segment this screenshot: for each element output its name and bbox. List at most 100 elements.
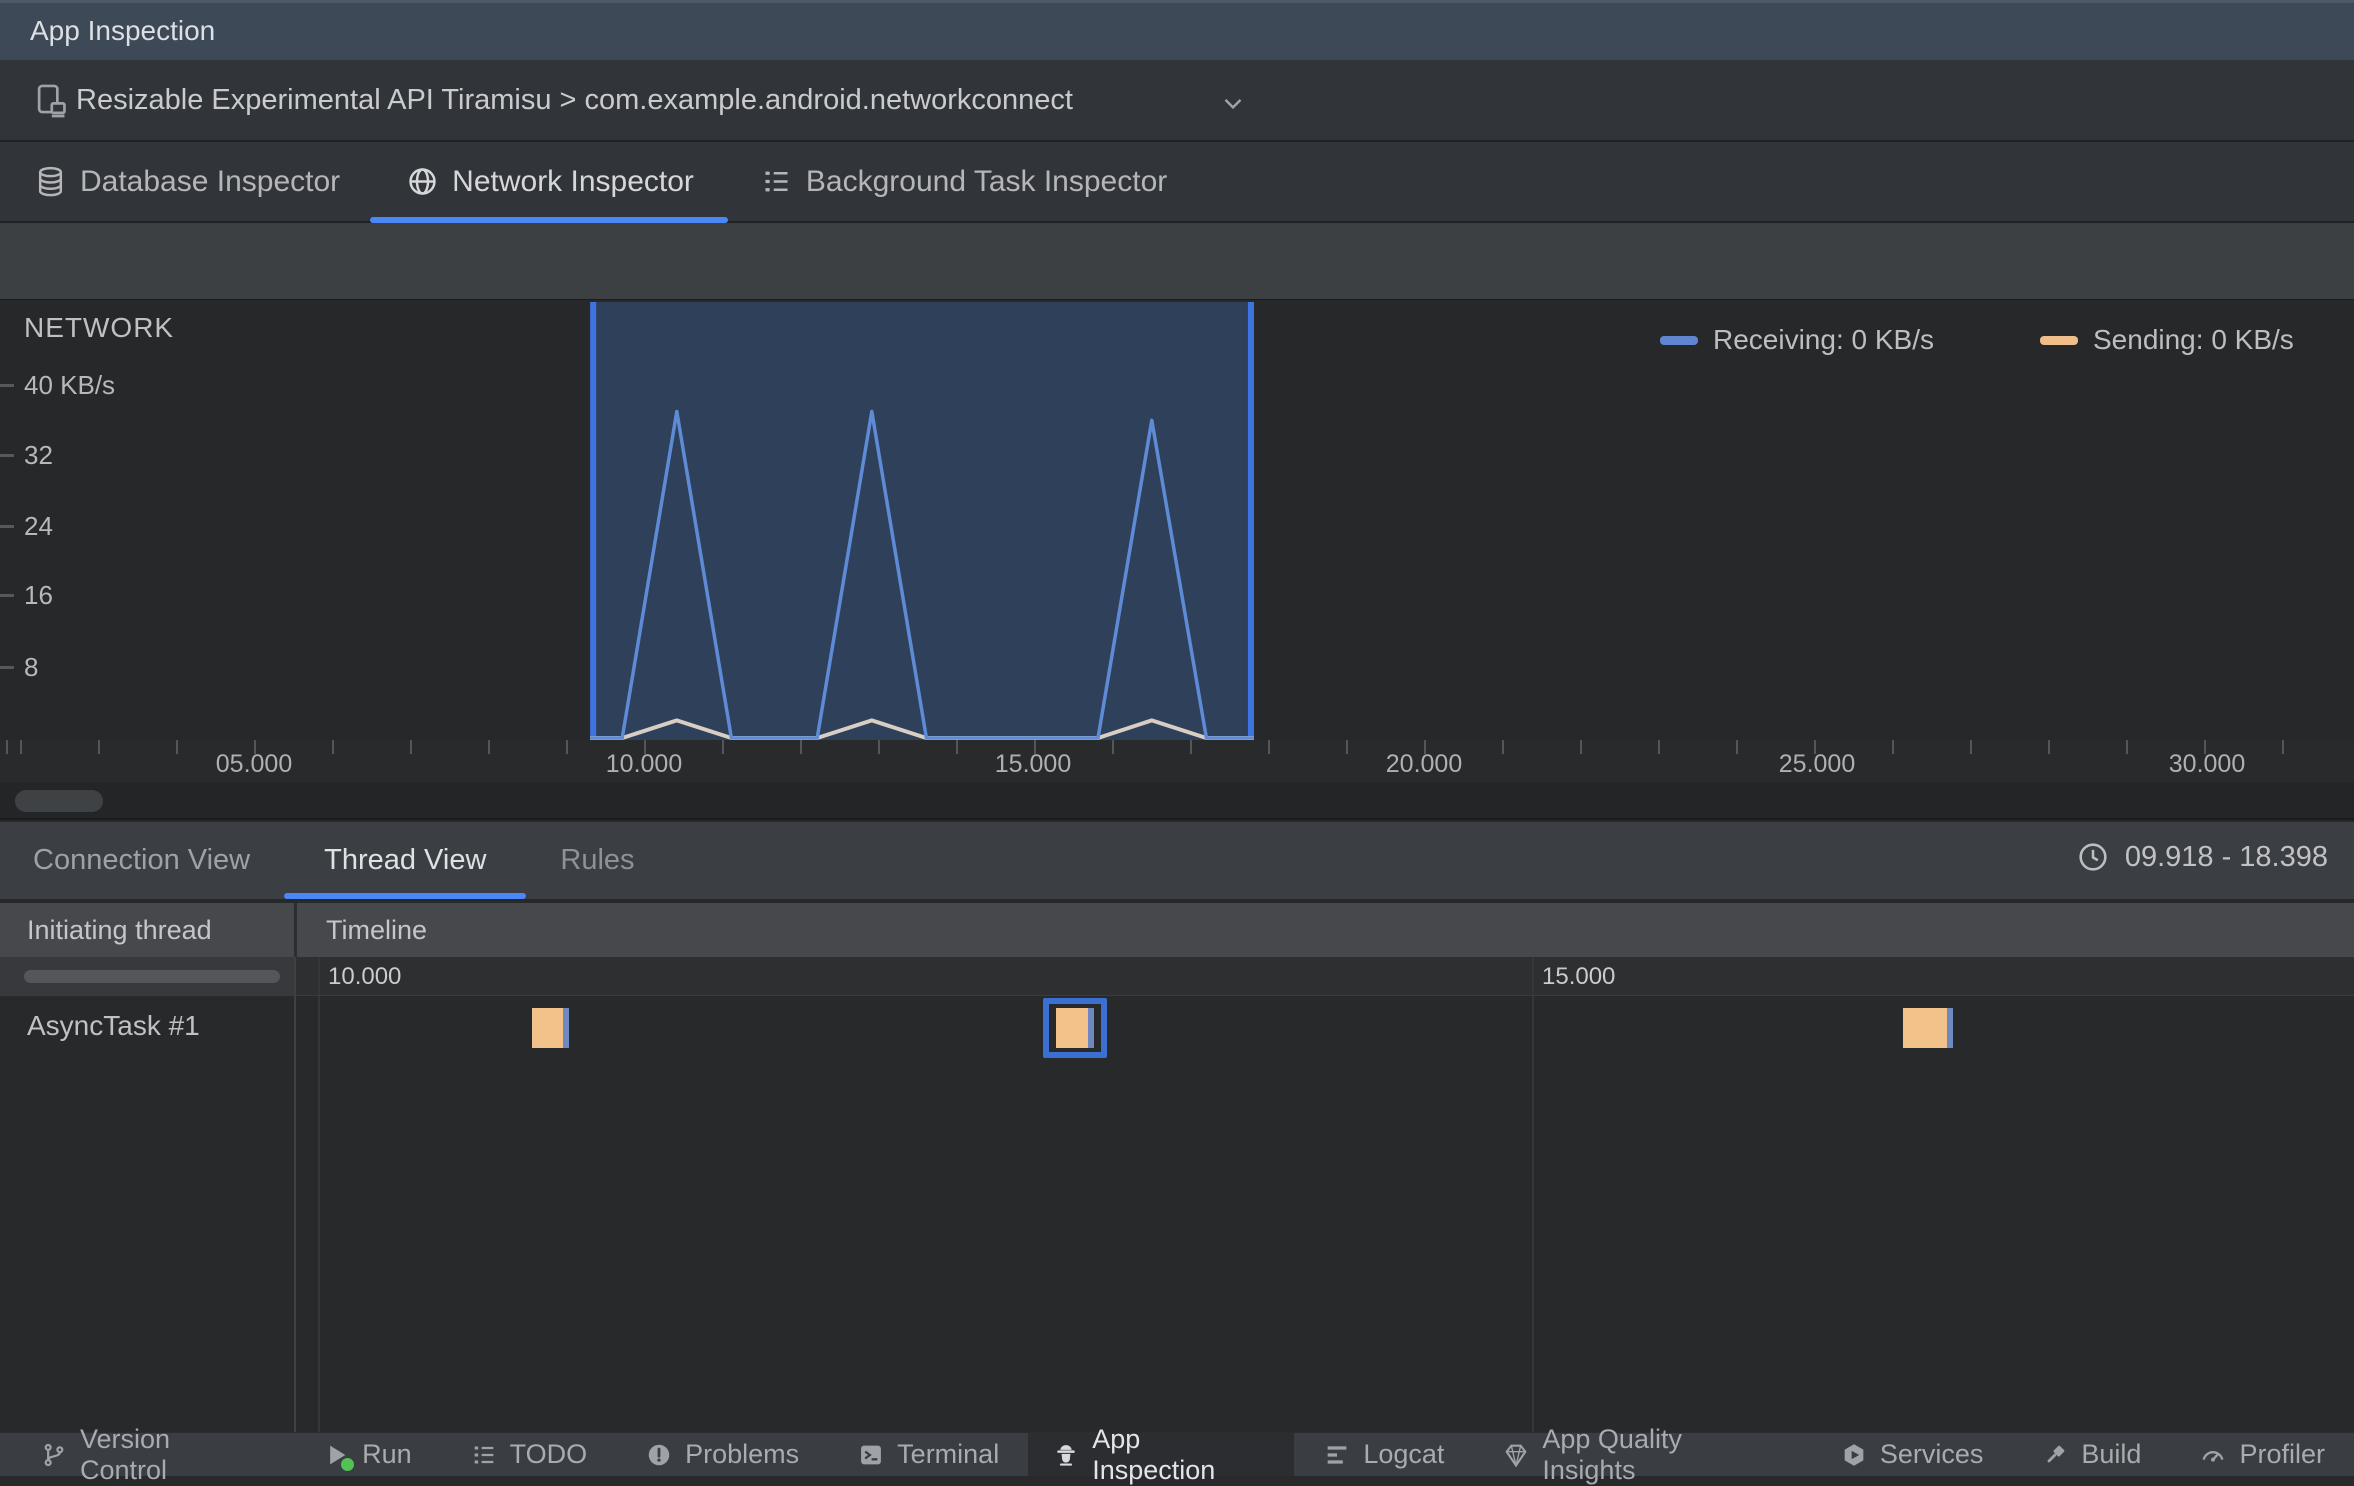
toolbar-item-problems[interactable]: Problems — [616, 1433, 828, 1476]
timeline-ruler — [295, 957, 2354, 995]
tab-label: Thread View — [324, 844, 487, 876]
tab-label: Network Inspector — [452, 164, 694, 198]
axis-minor-ticks — [0, 740, 2354, 754]
window-title: App Inspection — [30, 15, 216, 46]
services-icon — [1840, 1441, 1868, 1469]
run-icon — [322, 1441, 355, 1471]
y-tick-label: 40 KB/s — [24, 370, 116, 400]
toolbar-label: Build — [2081, 1439, 2142, 1469]
chart-hscroll-thumb[interactable] — [15, 790, 103, 812]
toolbar-label: App Inspection — [1092, 1423, 1216, 1485]
chart-canvas — [590, 302, 1254, 740]
tab-label: Database Inspector — [80, 164, 341, 198]
device-process-selector[interactable]: Resizable Experimental API Tiramisu > co… — [0, 60, 2354, 142]
legend-label: Receiving: 0 KB/s — [1713, 324, 1934, 355]
event-receiving-sliver — [1087, 1008, 1094, 1048]
toolbar-item-app-inspection[interactable]: App Inspection — [1028, 1424, 1295, 1485]
column-resize-divider[interactable] — [294, 903, 297, 957]
toolbar-label: Problems — [685, 1439, 800, 1469]
chart-title: NETWORK — [24, 312, 175, 343]
timeline-tick-label: 10.000 — [328, 963, 402, 990]
toolbar-label: Services — [1879, 1439, 1984, 1469]
range-selection-overlay[interactable] — [590, 302, 1254, 740]
y-tick-label: 8 — [24, 652, 39, 682]
y-tick-label: 16 — [24, 580, 53, 610]
timeline-tick-label: 15.000 — [1542, 963, 1616, 990]
tab-thread-view[interactable]: Thread View — [284, 822, 527, 899]
toolbar-label: TODO — [509, 1439, 588, 1469]
toolbar-label: App Quality Insights — [1542, 1423, 1682, 1485]
hammer-icon — [2041, 1441, 2069, 1469]
x-tick-label: 10.000 — [605, 750, 683, 778]
run-status-dot — [341, 1457, 355, 1471]
tab-network-inspector[interactable]: Network Inspector — [370, 142, 728, 223]
tab-connection-view[interactable]: Connection View — [33, 822, 250, 899]
tab-database-inspector[interactable]: Database Inspector — [34, 142, 340, 221]
y-tick — [0, 454, 14, 457]
status-toolbar: Version Control Run TODO Problems Termin… — [0, 1424, 2354, 1485]
active-tab-underline — [284, 893, 527, 899]
event-receiving-sliver — [563, 1008, 570, 1048]
toolbar-label: Version Control — [80, 1423, 171, 1485]
sending-legend-swatch — [2040, 335, 2078, 345]
logcat-icon — [1323, 1441, 1351, 1469]
toolbar-label: Logcat — [1363, 1439, 1445, 1469]
tab-label: Connection View — [33, 844, 251, 876]
database-icon — [34, 165, 67, 198]
thread-event-block[interactable] — [531, 1008, 570, 1048]
y-tick — [0, 594, 14, 597]
toolbar-item-run[interactable]: Run — [293, 1433, 441, 1476]
profiler-toolbar-strip — [0, 223, 2354, 300]
legend-receiving: Receiving: 0 KB/s — [1660, 324, 1934, 356]
list-icon — [760, 165, 793, 198]
globe-icon — [406, 165, 439, 198]
todo-list-icon — [470, 1441, 498, 1469]
inspector-tab-bar: Database Inspector Network Inspector Bac… — [0, 142, 2354, 223]
y-tick-label: 24 — [24, 511, 53, 541]
x-tick-label: 15.000 — [994, 750, 1072, 778]
gem-icon — [1502, 1441, 1530, 1469]
toolbar-item-profiler[interactable]: Profiler — [2170, 1433, 2354, 1476]
git-branch-icon — [40, 1441, 68, 1469]
toolbar-item-version-control[interactable]: Version Control — [40, 1424, 293, 1485]
chart-hscroll-track — [0, 782, 2354, 820]
y-tick — [0, 525, 14, 528]
y-tick-label: 32 — [24, 440, 53, 470]
thread-event-block[interactable] — [1056, 1008, 1094, 1048]
x-tick-label: 30.000 — [2168, 750, 2246, 778]
y-tick — [0, 666, 14, 669]
resizable-device-icon — [32, 82, 70, 120]
tab-label: Background Task Inspector — [805, 164, 1168, 198]
network-usage-chart[interactable]: NETWORK 40 KB/s 32 24 16 8 Receiving: 0 … — [0, 300, 2354, 740]
y-tick — [0, 384, 14, 387]
tool-window-header: App Inspection — [0, 0, 2354, 60]
selected-device-process: Resizable Experimental API Tiramisu > co… — [76, 84, 1073, 116]
toolbar-item-todo[interactable]: TODO — [441, 1433, 617, 1476]
x-tick-label: 25.000 — [1778, 750, 1856, 778]
toolbar-item-services[interactable]: Services — [1811, 1433, 2013, 1476]
toolbar-item-build[interactable]: Build — [2012, 1433, 2170, 1476]
legend-sending: Sending: 0 KB/s — [2040, 324, 2294, 356]
tab-background-task-inspector[interactable]: Background Task Inspector — [760, 142, 1167, 221]
tab-rules[interactable]: Rules — [560, 822, 634, 899]
toolbar-label: Terminal — [897, 1439, 1000, 1469]
column-header-initiating-thread: Initiating thread — [27, 915, 212, 945]
thread-events-track — [0, 995, 2354, 1115]
toolbar-label: Profiler — [2239, 1439, 2325, 1469]
problems-icon — [645, 1441, 673, 1469]
selection-left-handle[interactable] — [590, 302, 597, 740]
tab-label: Rules — [560, 844, 635, 876]
thread-column-scroll-thumb[interactable] — [24, 970, 280, 983]
event-receiving-sliver — [1947, 1008, 1954, 1048]
column-header-timeline: Timeline — [326, 915, 428, 945]
thread-event-block[interactable] — [1903, 1008, 1954, 1048]
chevron-down-icon[interactable] — [1218, 88, 1248, 118]
legend-label: Sending: 0 KB/s — [2093, 324, 2294, 355]
spy-icon — [1052, 1441, 1080, 1469]
x-tick-label: 20.000 — [1385, 750, 1463, 778]
toolbar-item-app-quality-insights[interactable]: App Quality Insights — [1473, 1424, 1810, 1485]
toolbar-item-logcat[interactable]: Logcat — [1294, 1433, 1473, 1476]
toolbar-item-terminal[interactable]: Terminal — [828, 1433, 1028, 1476]
selection-right-handle[interactable] — [1247, 302, 1254, 740]
chart-time-axis: 05.000 10.000 15.000 20.000 25.000 30.00… — [0, 740, 2354, 782]
